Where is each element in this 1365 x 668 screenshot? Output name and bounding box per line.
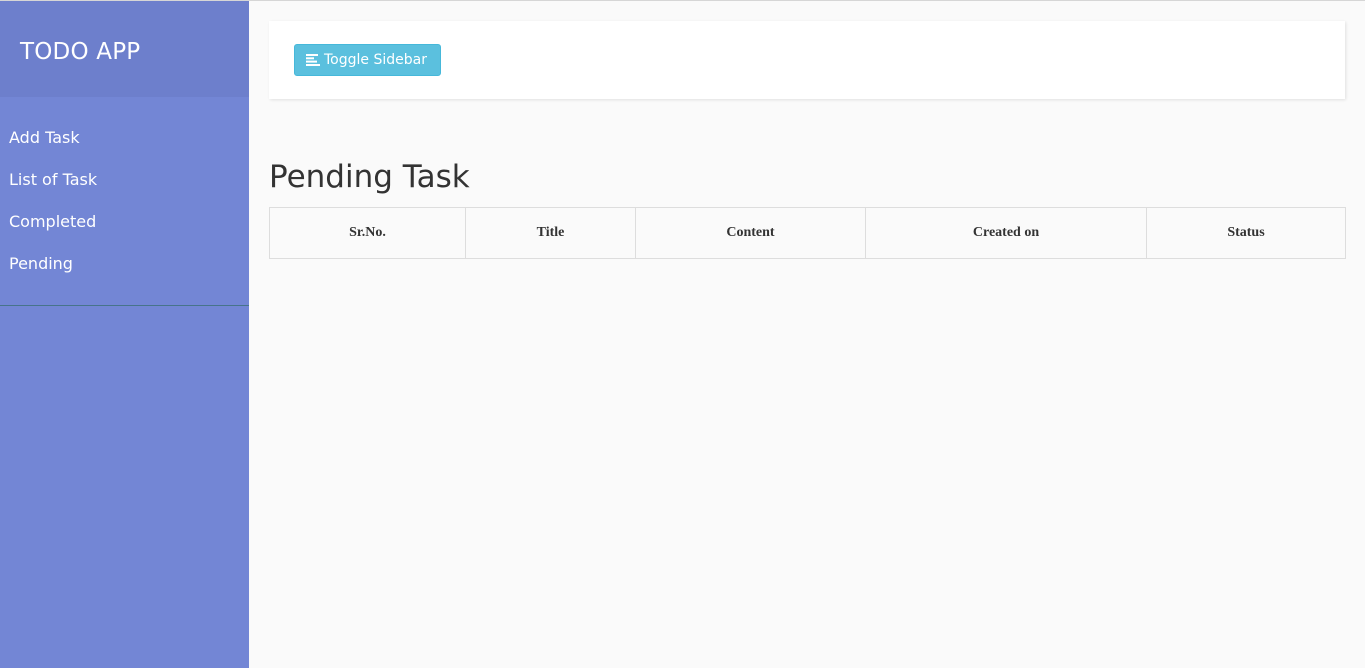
column-header-created-on: Created on [865, 207, 1147, 259]
column-header-content: Content [635, 207, 866, 259]
table-header-row: Sr.No. Title Content Created on Status [269, 207, 1346, 259]
column-header-status: Status [1146, 207, 1346, 259]
align-left-icon [306, 54, 320, 66]
page-title: Pending Task [269, 159, 470, 195]
sidebar-item-completed[interactable]: Completed [0, 201, 249, 243]
sidebar-item-pending[interactable]: Pending [0, 243, 249, 285]
sidebar-header: TODO APP [0, 1, 249, 97]
sidebar-item-list-of-task[interactable]: List of Task [0, 159, 249, 201]
task-table: Sr.No. Title Content Created on Status [269, 207, 1346, 259]
app-brand: TODO APP [20, 39, 141, 65]
column-header-srno: Sr.No. [269, 207, 466, 259]
sidebar-item-add-task[interactable]: Add Task [0, 117, 249, 159]
column-header-title: Title [465, 207, 636, 259]
toggle-sidebar-label: Toggle Sidebar [324, 52, 427, 68]
toggle-sidebar-button[interactable]: Toggle Sidebar [294, 44, 441, 76]
main-content: Toggle Sidebar Pending Task Sr.No. Title… [249, 1, 1365, 668]
sidebar: TODO APP Add Task List of Task Completed… [0, 1, 249, 668]
top-navbar: Toggle Sidebar [269, 21, 1345, 99]
sidebar-nav: Add Task List of Task Completed Pending [0, 97, 249, 306]
